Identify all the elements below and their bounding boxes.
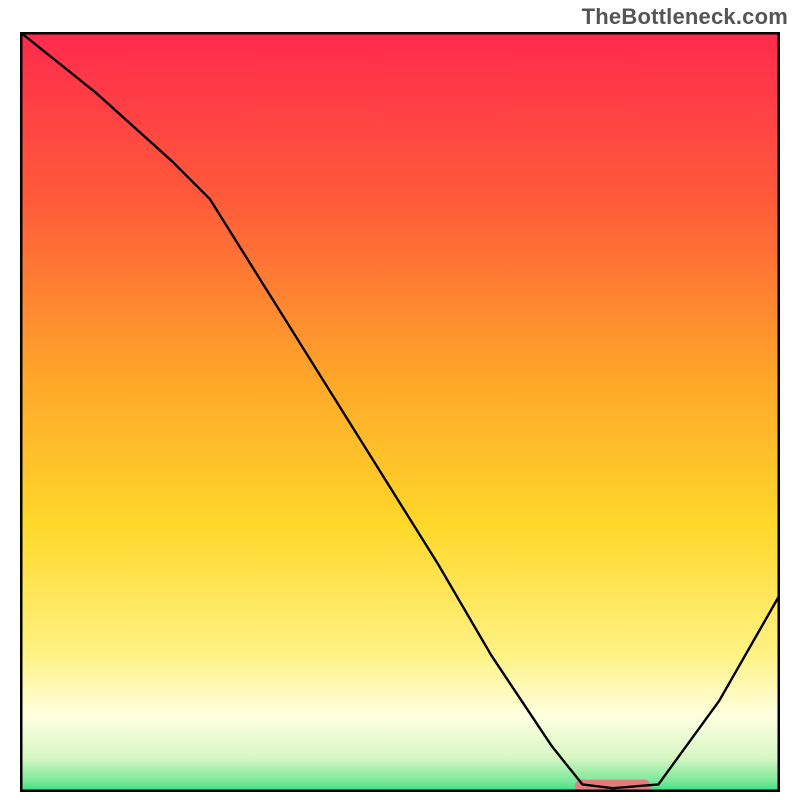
watermark-text: TheBottleneck.com bbox=[582, 4, 788, 30]
chart-svg bbox=[20, 32, 780, 792]
chart-canvas bbox=[20, 32, 780, 792]
chart-frame: TheBottleneck.com bbox=[0, 0, 800, 800]
chart-background bbox=[20, 32, 780, 792]
